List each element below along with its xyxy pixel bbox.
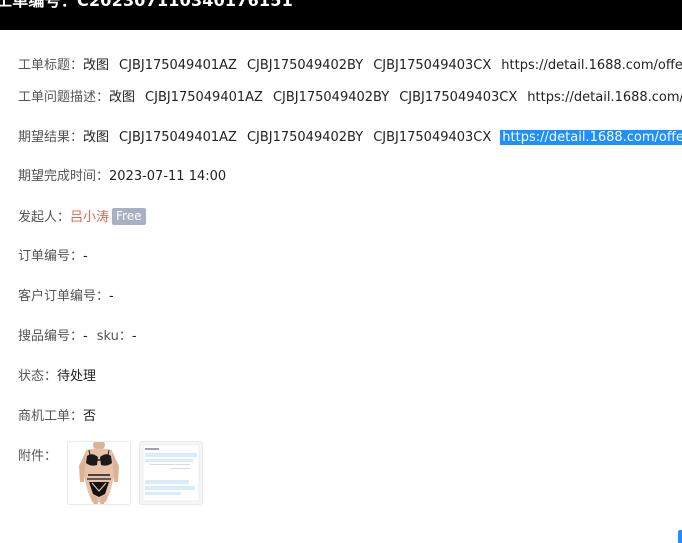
- title-code: CJBJ175049401AZ: [119, 58, 237, 73]
- work-order-detail: 工单编号：C202307110340176151 工单标题：改图 CJBJ1750…: [0, 0, 682, 543]
- sku-value: -: [131, 329, 137, 344]
- expected-code: CJBJ175049401AZ: [119, 130, 237, 145]
- status-value: 待处理: [57, 369, 97, 384]
- expected-code: CJBJ175049403CX: [373, 130, 492, 145]
- field-attachments: 附件：: [18, 448, 57, 466]
- product-photo-image: [79, 442, 119, 504]
- field-sourcing-no: 搜品编号：- sku：-: [18, 328, 137, 346]
- sourcing-no-value: -: [83, 329, 88, 344]
- attachment-thumbnail-product-photo[interactable]: [67, 441, 131, 505]
- expected-prefix: 改图: [83, 130, 110, 145]
- plan-badge: Free: [112, 208, 146, 225]
- work-order-number: 工单编号：C202307110340176151: [0, 0, 293, 10]
- title-prefix: 改图: [83, 58, 110, 73]
- field-order-no: 订单编号：-: [18, 248, 88, 266]
- title-code: CJBJ175049403CX: [373, 58, 492, 73]
- title-code: CJBJ175049402BY: [246, 58, 364, 73]
- problem-link[interactable]: https://detail.1688.com/o: [527, 90, 682, 105]
- field-initiator: 发起人：吕小涛 Free: [18, 208, 146, 227]
- field-label: 期望完成时间：: [18, 169, 110, 184]
- sku-label: sku：: [96, 329, 132, 344]
- opportunity-value: 否: [83, 409, 97, 424]
- chat-screenshot-image: [142, 444, 200, 502]
- problem-prefix: 改图: [109, 90, 136, 105]
- problem-code: CJBJ175049401AZ: [145, 90, 263, 105]
- field-label: 订单编号：: [18, 249, 84, 264]
- title-link[interactable]: https://detail.1688.com/offer/: [501, 58, 682, 73]
- initiator-name-link[interactable]: 吕小涛: [70, 210, 109, 225]
- order-no-value: -: [83, 249, 88, 264]
- field-label: 发起人：: [18, 210, 71, 225]
- field-label: 状态：: [18, 369, 58, 384]
- field-label: 工单标题：: [18, 58, 84, 73]
- scroll-indicator: [678, 530, 682, 543]
- problem-code: CJBJ175049402BY: [272, 90, 390, 105]
- field-customer-order-no: 客户订单编号：-: [18, 288, 114, 306]
- field-title: 工单标题：改图 CJBJ175049401AZ CJBJ175049402BY CJB…: [18, 57, 682, 75]
- field-label: 商机工单：: [18, 409, 84, 424]
- customer-order-no-value: -: [109, 289, 114, 304]
- field-label: 客户订单编号：: [18, 289, 110, 304]
- field-opportunity: 商机工单：否: [18, 408, 96, 426]
- field-status: 状态：待处理: [18, 368, 96, 386]
- field-label: 期望结果：: [18, 130, 84, 145]
- field-deadline: 期望完成时间：2023-07-11 14:00: [18, 168, 226, 186]
- expected-code: CJBJ175049402BY: [246, 130, 364, 145]
- field-label: 工单问题描述：: [18, 90, 110, 105]
- field-label: 附件：: [18, 449, 58, 464]
- header-bar: 工单编号：C202307110340176151: [0, 0, 682, 30]
- field-label: 搜品编号：: [18, 329, 84, 344]
- field-problem: 工单问题描述：改图 CJBJ175049401AZ CJBJ175049402BY C…: [18, 89, 682, 107]
- field-expected: 期望结果：改图 CJBJ175049401AZ CJBJ175049402BY CJB…: [18, 129, 682, 147]
- attachment-thumbnail-chat-screenshot[interactable]: [139, 441, 203, 505]
- problem-code: CJBJ175049403CX: [399, 90, 518, 105]
- expected-link-selected[interactable]: https://detail.1688.com/offer/: [500, 130, 682, 145]
- deadline-value: 2023-07-11 14:00: [109, 169, 227, 184]
